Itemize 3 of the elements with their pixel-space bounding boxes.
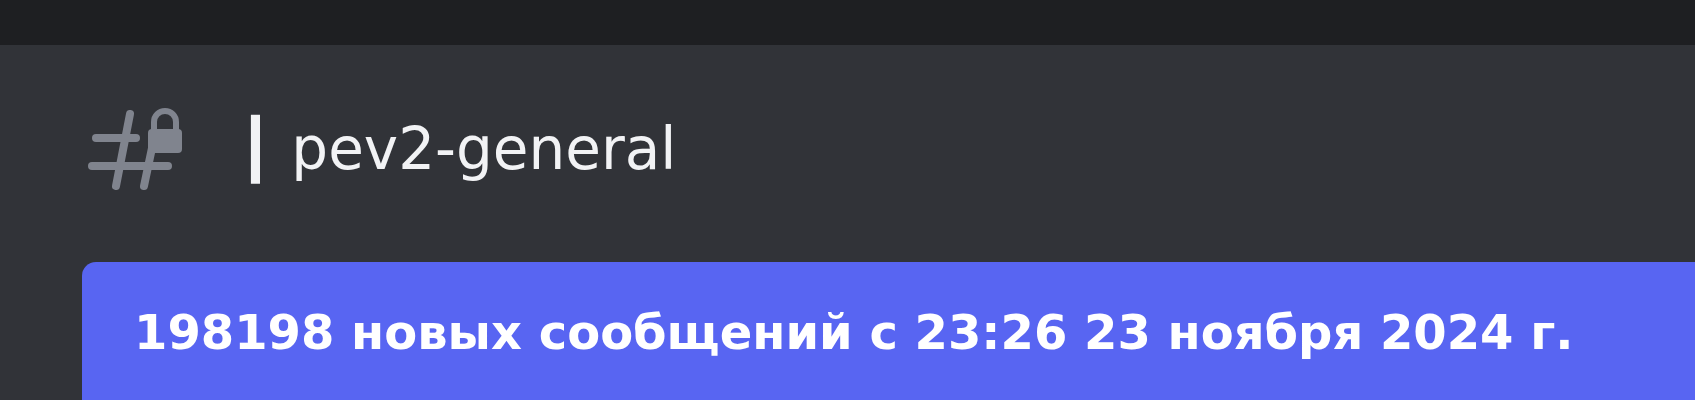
new-messages-banner[interactable]: 198198 новых сообщений с 23:26 23 ноября 2024 г. (82, 262, 1695, 400)
channel-name: ┃ pev2-general (238, 114, 677, 183)
new-messages-text: 198198 новых сообщений с 23:26 23 ноября 2024 г. (134, 304, 1574, 360)
